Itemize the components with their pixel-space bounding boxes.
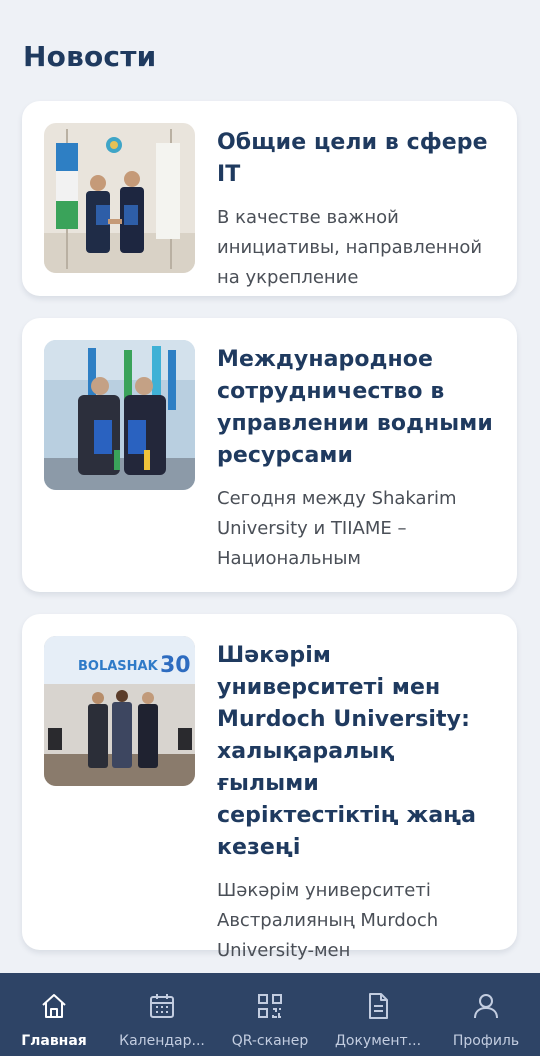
news-image [44,123,195,273]
news-card[interactable]: Международное сотрудничество в управлени… [22,318,517,592]
qr-code-icon [255,991,285,1021]
news-title: Общие цели в сфере IT [217,130,488,187]
profile-icon [471,991,501,1021]
document-icon [363,991,393,1021]
home-icon [39,991,69,1021]
news-excerpt: Сегодня между Shakarim University и TIIA… [217,488,457,569]
nav-item-profile[interactable]: Профиль [432,973,540,1056]
nav-label: Профиль [452,1033,520,1049]
nav-item-qr-scanner[interactable]: QR-сканер [216,973,324,1056]
news-excerpt: Шәкәрім университеті Австралияның Murdoc… [217,880,439,961]
calendar-icon [147,991,177,1021]
news-title: Международное сотрудничество в управлени… [217,347,493,468]
svg-text:BOLASHAK: BOLASHAK [78,659,159,674]
news-image [44,340,195,490]
news-card[interactable]: BOLASHAK 30 Шәкәрім университеті мен Mur… [22,614,517,961]
news-card[interactable]: Общие цели в сфере IT В качестве важной … [22,101,517,296]
nav-item-calendar[interactable]: Календар... [108,973,216,1056]
nav-label: QR-сканер [231,1033,309,1049]
nav-label: Главная [21,1033,87,1049]
nav-item-home[interactable]: Главная [0,973,108,1056]
page-title: Новости [23,40,157,73]
nav-item-documents[interactable]: Документ... [324,973,432,1056]
bottom-nav: Главная Календар... QR-сканер Документ..… [0,973,540,1056]
news-excerpt: В качестве важной инициативы, направленн… [217,207,483,288]
svg-text:30: 30 [160,653,191,678]
nav-label: Календар... [119,1033,205,1049]
news-image: BOLASHAK 30 [44,636,195,786]
news-title: Шәкәрім университеті мен Murdoch Univers… [217,643,477,860]
nav-label: Документ... [334,1033,422,1049]
